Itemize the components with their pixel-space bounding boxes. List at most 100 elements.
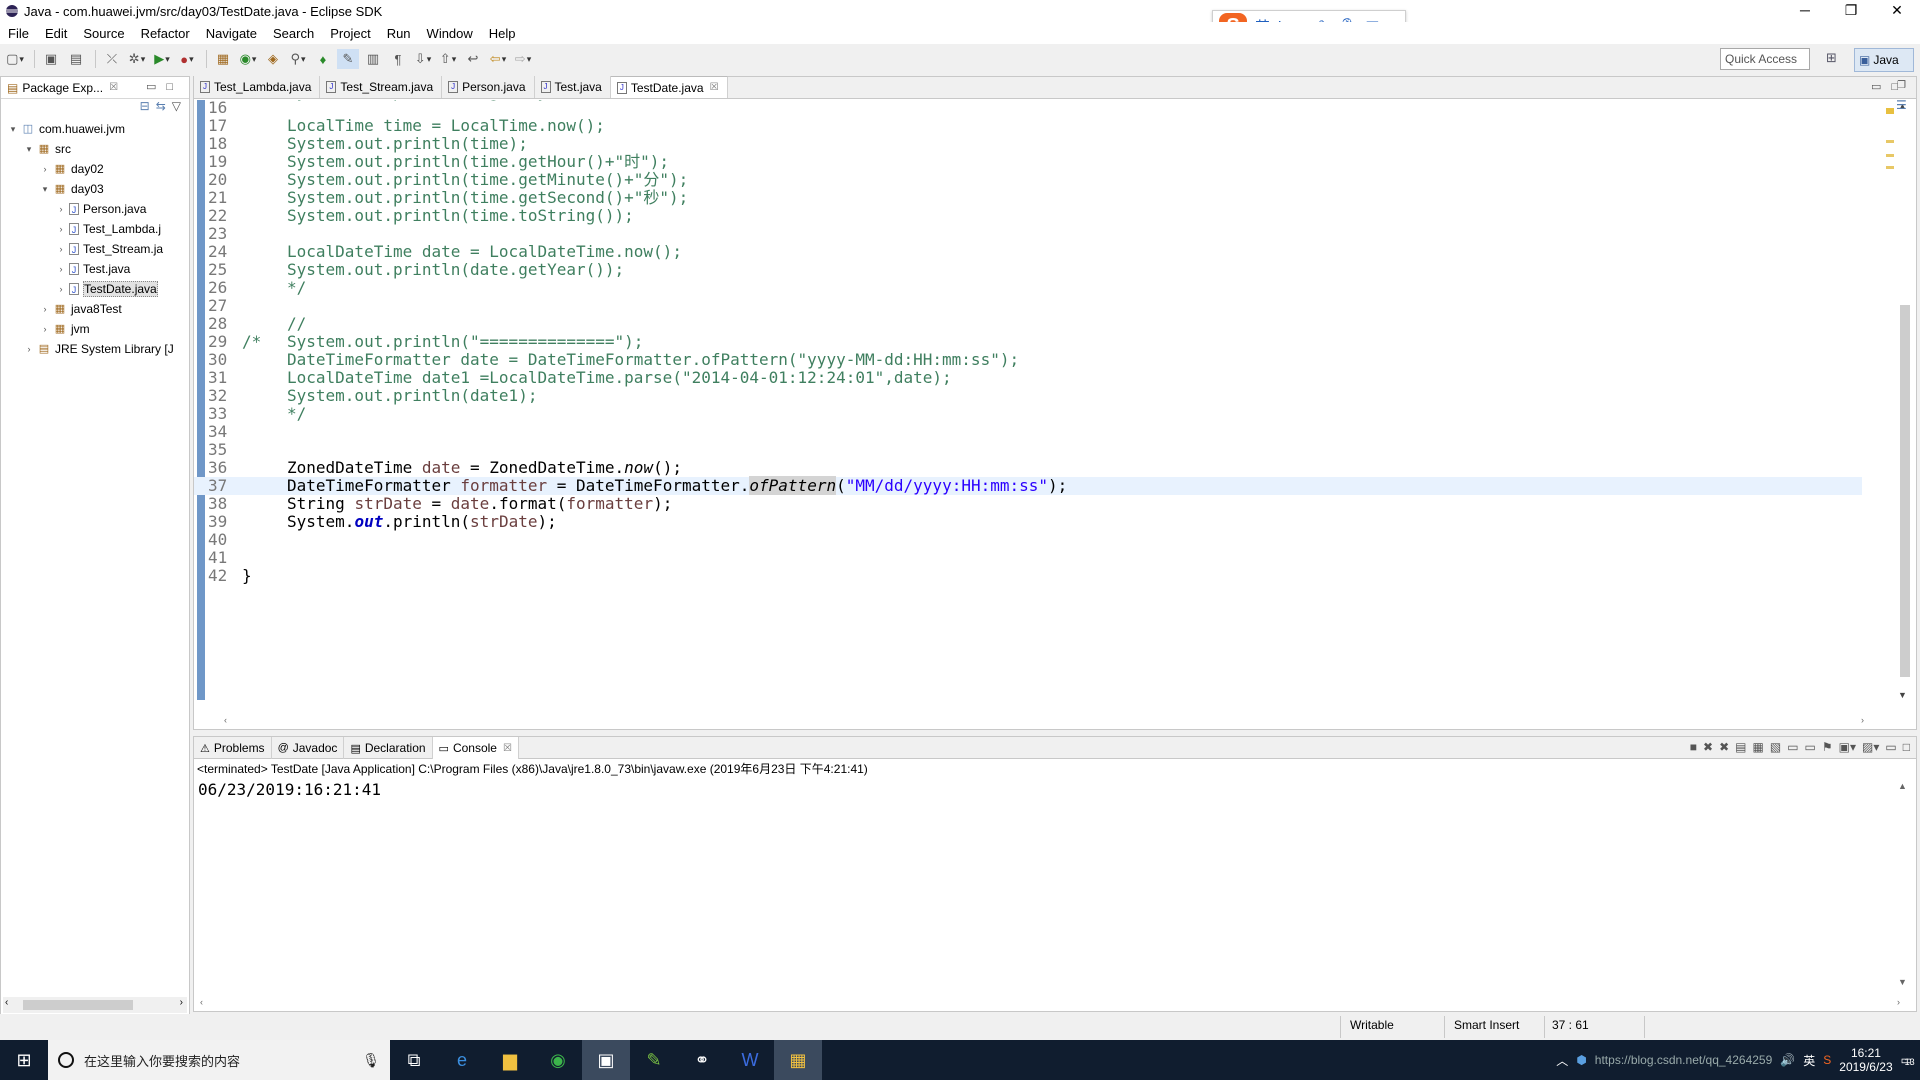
close-tab-icon[interactable]: ☒: [503, 743, 512, 754]
code-line[interactable]: 30 DateTimeFormatter date = DateTimeForma…: [194, 351, 1862, 369]
code-line[interactable]: 39 System.out.println(strDate);: [194, 513, 1862, 531]
eclipse-task-icon[interactable]: ▣: [582, 1040, 630, 1080]
scroll-up-icon[interactable]: ▲: [1898, 781, 1907, 791]
menu-refactor[interactable]: Refactor: [133, 26, 198, 41]
code-line[interactable]: 40: [194, 531, 1862, 549]
scroll-down-icon[interactable]: ▼: [1898, 690, 1907, 700]
external-tools-icon[interactable]: ●: [176, 49, 198, 69]
tray-chevron-icon[interactable]: ︿: [1556, 1052, 1568, 1069]
expand-toggle-icon[interactable]: ›: [39, 304, 51, 314]
maximize-button[interactable]: ❐: [1828, 0, 1874, 22]
display-console-icon[interactable]: ▣▾: [1839, 740, 1856, 754]
next-annotation-icon[interactable]: ⇩: [412, 49, 434, 69]
close-button[interactable]: ✕: [1874, 0, 1920, 22]
scroll-lock-icon[interactable]: ▦: [1753, 740, 1764, 754]
code-line[interactable]: 32 System.out.println(date1);: [194, 387, 1862, 405]
code-line[interactable]: 16: [194, 100, 1862, 117]
expand-toggle-icon[interactable]: ▾: [39, 184, 51, 195]
code-line[interactable]: 28 //: [194, 315, 1862, 333]
editor-tab[interactable]: J Test.java: [534, 76, 611, 98]
occurrence-marker[interactable]: [1886, 166, 1894, 169]
tree-item[interactable]: › ▤ JRE System Library [J: [1, 339, 189, 359]
show-whitespace-icon[interactable]: ¶: [387, 49, 409, 69]
code-line[interactable]: 38 String strDate = date.format(formatter…: [194, 495, 1862, 513]
notification-center-icon[interactable]: ▭ 13: [1901, 1053, 1915, 1067]
menu-run[interactable]: Run: [379, 26, 419, 41]
vertical-scrollbar[interactable]: ▲ ▼: [1898, 101, 1910, 700]
code-line[interactable]: 21 System.out.println(time.getSecond()+"秒…: [194, 189, 1862, 207]
remove-all-terminated-icon[interactable]: ✖: [1719, 740, 1729, 754]
menu-window[interactable]: Window: [419, 26, 481, 41]
code-line[interactable]: 31 LocalDateTime date1 =LocalDateTime.par…: [194, 369, 1862, 387]
open-type-icon[interactable]: ◈: [262, 49, 284, 69]
code-line[interactable]: 17 LocalTime time = LocalTime.now();: [194, 117, 1862, 135]
tray-ime-indicator[interactable]: 英: [1803, 1052, 1815, 1069]
outline-icon[interactable]: ☰: [1896, 98, 1907, 112]
code-line[interactable]: 29 /* System.out.println("==============")…: [194, 333, 1862, 351]
open-console-icon[interactable]: ▨▾: [1862, 740, 1879, 754]
maximize-icon[interactable]: □: [1903, 740, 1910, 754]
code-area[interactable]: System.out.println(l.getDayOfMonth());16…: [194, 100, 1894, 715]
tree-item[interactable]: › ▦ day02: [1, 159, 189, 179]
network-share-icon[interactable]: ⚭: [678, 1040, 726, 1080]
view-min-max-controls[interactable]: ▭□: [146, 80, 183, 93]
file-explorer-icon[interactable]: ▆: [486, 1040, 534, 1080]
microphone-icon[interactable]: 🎙: [362, 1052, 380, 1069]
cursor-position[interactable]: 37 : 61: [1552, 1018, 1589, 1032]
wps-writer-icon[interactable]: W: [726, 1040, 774, 1080]
scroll-down-icon[interactable]: ▼: [1898, 977, 1907, 987]
close-view-icon[interactable]: ☒: [109, 82, 118, 93]
back-icon[interactable]: ⇦: [487, 49, 509, 69]
network-icon[interactable]: ⬢: [1576, 1053, 1586, 1067]
open-perspective-icon[interactable]: ⊞: [1826, 50, 1844, 68]
scroll-left-icon[interactable]: ‹: [224, 715, 227, 725]
menu-source[interactable]: Source: [75, 26, 132, 41]
tree-item[interactable]: ▾ ◫ com.huawei.jvm: [1, 119, 189, 139]
scroll-thumb[interactable]: [1900, 305, 1910, 677]
horizontal-scrollbar[interactable]: ‹ ›: [200, 997, 1900, 1009]
word-wrap-icon[interactable]: ▧: [1770, 740, 1781, 754]
volume-icon[interactable]: 🔊: [1780, 1053, 1795, 1067]
tree-item[interactable]: › J Person.java: [1, 199, 189, 219]
previous-annotation-icon[interactable]: ⇧: [437, 49, 459, 69]
tab-problems[interactable]: ⚠ Problems: [194, 737, 272, 759]
toggle-block-selection-icon[interactable]: ▥: [362, 49, 384, 69]
close-tab-icon[interactable]: ☒: [710, 82, 719, 93]
terminate-icon[interactable]: ■: [1690, 740, 1697, 754]
save-all-icon[interactable]: ▤: [65, 49, 87, 69]
save-icon[interactable]: ▣: [40, 49, 62, 69]
run-icon[interactable]: ▶: [151, 49, 173, 69]
vertical-scrollbar[interactable]: ▲ ▼: [1898, 781, 1910, 991]
menu-help[interactable]: Help: [481, 26, 524, 41]
code-line[interactable]: 37 DateTimeFormatter formatter = DateTime…: [194, 476, 1862, 495]
view-menu-icon[interactable]: ▽: [172, 99, 181, 119]
show-on-stdout-icon[interactable]: ▭: [1787, 740, 1798, 754]
occurrence-marker[interactable]: [1886, 154, 1894, 157]
tree-item[interactable]: › J Test_Lambda.j: [1, 219, 189, 239]
code-line[interactable]: 24 LocalDateTime date = LocalDateTime.now…: [194, 243, 1862, 261]
last-edit-location-icon[interactable]: ↩: [462, 49, 484, 69]
tree-item[interactable]: › ▦ java8Test: [1, 299, 189, 319]
expand-toggle-icon[interactable]: ▾: [23, 144, 35, 155]
qihoo-browser-icon[interactable]: ◉: [534, 1040, 582, 1080]
code-line[interactable]: 23: [194, 225, 1862, 243]
skip-breakpoints-icon[interactable]: ⤫: [101, 49, 123, 69]
tree-item[interactable]: › J Test.java: [1, 259, 189, 279]
new-java-project-icon[interactable]: ▦: [212, 49, 234, 69]
code-line[interactable]: 34: [194, 423, 1862, 441]
expand-toggle-icon[interactable]: ▾: [7, 124, 19, 135]
remove-launch-icon[interactable]: ✖: [1703, 740, 1713, 754]
search-icon[interactable]: ⚲: [287, 49, 309, 69]
menu-edit[interactable]: Edit: [37, 26, 75, 41]
windows-start-icon[interactable]: ⊞: [0, 1040, 48, 1080]
tab-console[interactable]: ▭ Console ☒: [432, 737, 519, 759]
restore-icon[interactable]: ❐: [1897, 80, 1906, 91]
code-line[interactable]: 33 */: [194, 405, 1862, 423]
editor-tab[interactable]: J Test_Stream.java: [320, 76, 443, 98]
expand-toggle-icon[interactable]: ›: [55, 284, 67, 294]
menu-file[interactable]: File: [0, 26, 37, 41]
task-view-icon[interactable]: ⧉: [390, 1040, 438, 1080]
insert-mode-status[interactable]: Smart Insert: [1454, 1018, 1519, 1032]
expand-toggle-icon[interactable]: ›: [23, 344, 35, 354]
code-line[interactable]: 35: [194, 441, 1862, 459]
